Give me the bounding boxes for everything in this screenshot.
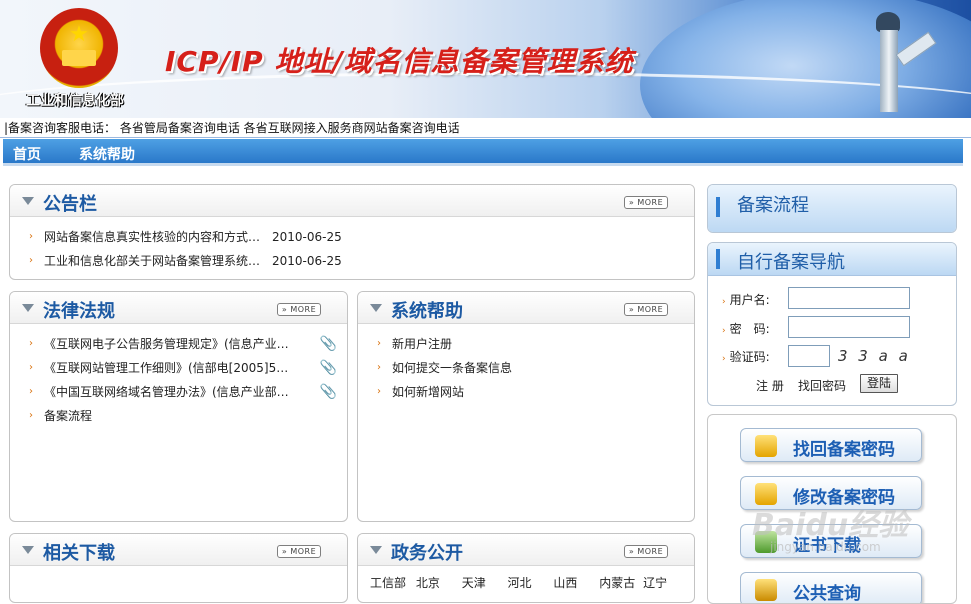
downloads-title: 相关下载 [43, 543, 115, 564]
username-row: › 用户名: [722, 288, 770, 312]
login-button[interactable]: 登陆 [860, 374, 898, 393]
gov-region-links: 工信部 北京 天津 河北 山西 内蒙古 辽宁 [370, 574, 667, 591]
arrow-icon: › [722, 297, 726, 307]
nav-help[interactable]: 系统帮助 [79, 144, 135, 164]
public-query-label: 公共查询 [793, 584, 861, 604]
downloads-more-button[interactable]: » MORE [277, 545, 321, 558]
main-nav: 首页 系统帮助 [3, 139, 963, 166]
help-item-text[interactable]: 如何提交一条备案信息 [392, 361, 512, 375]
paperclip-icon: 📎 [319, 336, 337, 352]
arrow-icon: › [29, 410, 33, 421]
password-row: › 密 码: [722, 317, 770, 341]
laws-title: 法律法规 [43, 301, 115, 322]
arrow-icon: › [722, 354, 726, 364]
nav-home[interactable]: 首页 [13, 144, 41, 164]
collapse-triangle-icon [22, 304, 34, 312]
login-title: 自行备案导航 [737, 252, 845, 273]
arrow-icon: › [29, 231, 33, 242]
help-panel: 系统帮助 » MORE › 新用户注册 › 如何提交一条备案信息 › 如何新增网站 [357, 291, 695, 522]
law-item[interactable]: › 《互联网电子公告服务管理规定》(信息产业… 📎 [10, 332, 347, 356]
help-item-text[interactable]: 如何新增网站 [392, 385, 464, 399]
bulletin-title: 公告栏 [43, 194, 97, 215]
laws-more-button[interactable]: » MORE [277, 303, 321, 316]
bulletin-item-text[interactable]: 工业和信息化部关于网站备案管理系统… [44, 254, 260, 268]
ministry-name: 工业和信息化部 [26, 93, 124, 109]
username-input[interactable] [788, 287, 910, 309]
help-title: 系统帮助 [391, 301, 463, 322]
gov-title: 政务公开 [391, 543, 463, 564]
help-item[interactable]: › 如何新增网站 [358, 380, 694, 404]
law-item[interactable]: › 《中国互联网络域名管理办法》(信息产业部… 📎 [10, 380, 347, 404]
law-item-text[interactable]: 备案流程 [44, 409, 92, 423]
baidu-watermark-url: jingyan.baidu.com [770, 540, 881, 554]
recover-password-label: 找回备案密码 [793, 440, 895, 460]
paperclip-icon: 📎 [319, 360, 337, 376]
bulletin-item-text[interactable]: 网站备案信息真实性核验的内容和方式… [44, 230, 260, 244]
system-title: ICP/IP 地址/域名信息备案管理系统 [165, 45, 634, 78]
collapse-triangle-icon [22, 546, 34, 554]
huabiao-pillar-icon [868, 12, 937, 112]
captcha-label: 验证码: [729, 350, 770, 364]
collapse-triangle-icon [370, 546, 382, 554]
captcha-input[interactable] [788, 345, 830, 367]
process-title[interactable]: 备案流程 [737, 191, 809, 217]
password-input[interactable] [788, 316, 910, 338]
law-item-text[interactable]: 《互联网电子公告服务管理规定》(信息产业… [44, 337, 289, 351]
bulletin-item[interactable]: › 工业和信息化部关于网站备案管理系统… 2010-06-25 [10, 249, 694, 273]
hotline-bar: |备案咨询客服电话： 各省管局备案咨询电话 各省互联网接入服务商网站备案咨询电话 [0, 118, 971, 138]
arrow-icon: › [377, 362, 381, 373]
downloads-panel: 相关下载 » MORE [9, 533, 348, 603]
arrow-icon: › [377, 338, 381, 349]
login-panel: 自行备案导航 › 用户名: › 密 码: › 验证码: 3 3 a a 注 册 找回密… [707, 242, 957, 406]
recover-password-button[interactable]: 找回备案密码 [740, 428, 922, 462]
gov-more-button[interactable]: » MORE [624, 545, 668, 558]
help-item[interactable]: › 如何提交一条备案信息 [358, 356, 694, 380]
gov-panel: 政务公开 » MORE 工信部 北京 天津 河北 山西 内蒙古 辽宁 [357, 533, 695, 603]
header-banner: ★ 工业和信息化部 ICP/IP 地址/域名信息备案管理系统 [0, 0, 971, 118]
lock-icon [755, 435, 777, 457]
password-label: 密 码: [729, 322, 770, 336]
arrow-icon: › [29, 338, 33, 349]
law-item-text[interactable]: 《互联网站管理工作细则》(信部电[2005]5… [44, 361, 288, 375]
bulletin-panel: 公告栏 » MORE › 网站备案信息真实性核验的内容和方式… 2010-06-25… [9, 184, 695, 280]
law-item[interactable]: › 《互联网站管理工作细则》(信部电[2005]5… 📎 [10, 356, 347, 380]
collapse-triangle-icon [370, 304, 382, 312]
arrow-icon: › [722, 326, 726, 336]
arrow-icon: › [377, 386, 381, 397]
help-more-button[interactable]: » MORE [624, 303, 668, 316]
recover-password-link[interactable]: 找回密码 [798, 377, 846, 394]
query-icon [755, 579, 777, 601]
national-emblem-icon: ★ [40, 8, 118, 88]
public-query-button[interactable]: 公共查询 [740, 572, 922, 604]
baidu-watermark: Baidu经验 [752, 508, 909, 543]
register-link[interactable]: 注 册 [756, 377, 784, 394]
paperclip-icon: 📎 [319, 384, 337, 400]
captcha-image[interactable]: 3 3 a a [838, 347, 911, 365]
arrow-icon: › [29, 255, 33, 266]
process-panel[interactable]: 备案流程 [707, 184, 957, 233]
arrow-icon: › [29, 386, 33, 397]
help-item-text[interactable]: 新用户注册 [392, 337, 452, 351]
law-item[interactable]: › 备案流程 [10, 404, 347, 428]
bulletin-item-date: 2010-06-25 [272, 230, 342, 244]
bulletin-item-date: 2010-06-25 [272, 254, 342, 268]
captcha-row: › 验证码: [722, 345, 770, 369]
username-label: 用户名: [729, 293, 770, 307]
help-item[interactable]: › 新用户注册 [358, 332, 694, 356]
bulletin-more-button[interactable]: » MORE [624, 196, 668, 209]
arrow-icon: › [29, 362, 33, 373]
law-item-text[interactable]: 《中国互联网络域名管理办法》(信息产业部… [44, 385, 289, 399]
bulletin-item[interactable]: › 网站备案信息真实性核验的内容和方式… 2010-06-25 [10, 225, 694, 249]
collapse-triangle-icon [22, 197, 34, 205]
laws-panel: 法律法规 » MORE › 《互联网电子公告服务管理规定》(信息产业… 📎 › 《互联… [9, 291, 348, 522]
